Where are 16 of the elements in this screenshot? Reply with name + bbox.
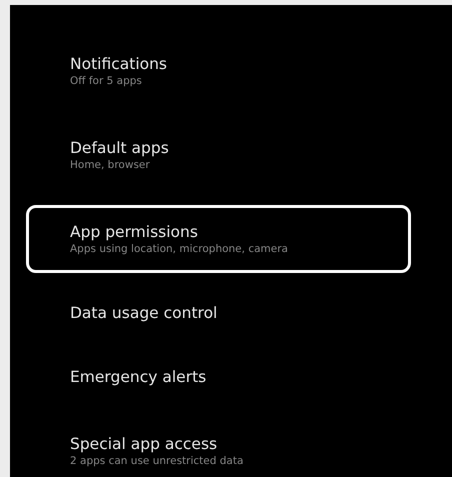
settings-item[interactable]: Notifications Off for 5 apps bbox=[26, 37, 411, 105]
settings-item[interactable]: Data usage control bbox=[26, 289, 411, 337]
item-title: Emergency alerts bbox=[70, 367, 208, 387]
item-title: Default apps bbox=[70, 138, 170, 158]
item-subtitle: Home, browser bbox=[70, 158, 151, 172]
settings-item[interactable]: Special app access 2 apps can use unrestricted data bbox=[26, 417, 411, 477]
item-subtitle: Off for 5 apps bbox=[70, 74, 143, 88]
settings-item[interactable]: App permissions Apps using location, microphone, camera bbox=[26, 205, 411, 273]
item-title: Notifications bbox=[70, 54, 168, 74]
settings-item[interactable]: Emergency alerts bbox=[26, 353, 411, 401]
settings-item[interactable]: Default apps Home, browser bbox=[26, 121, 411, 189]
item-title: Special app access bbox=[70, 434, 218, 454]
item-title: App permissions bbox=[70, 222, 199, 242]
item-subtitle: 2 apps can use unrestricted data bbox=[70, 454, 244, 468]
item-subtitle: Apps using location, microphone, camera bbox=[70, 242, 289, 256]
item-title: Data usage control bbox=[70, 303, 218, 323]
